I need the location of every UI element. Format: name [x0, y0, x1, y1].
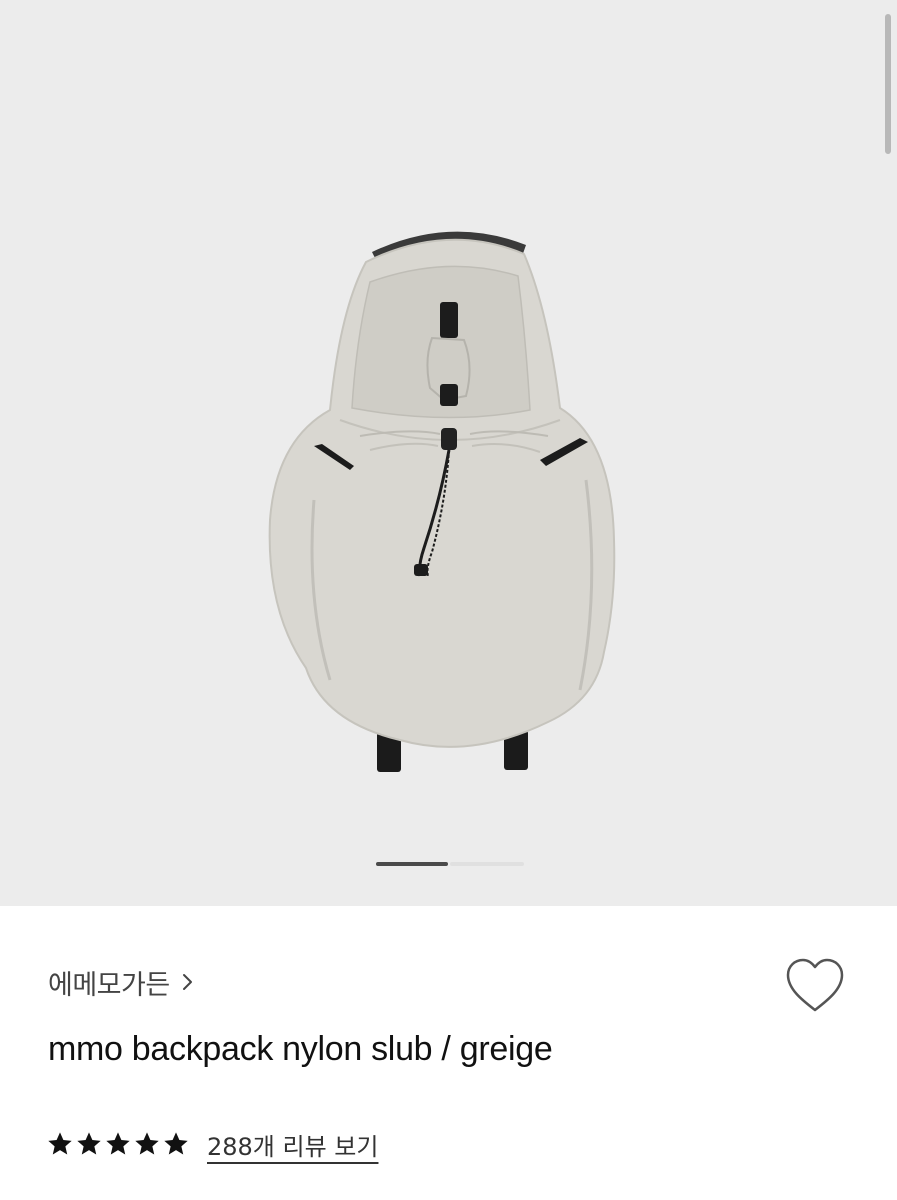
brand-link[interactable]: 에메모가든	[48, 962, 196, 1002]
product-title: mmo backpack nylon slub / greige	[48, 1030, 553, 1068]
star-filled-icon	[164, 1132, 188, 1155]
star-filled-icon	[106, 1132, 130, 1155]
star-filled-icon	[77, 1132, 101, 1155]
pager-indicator[interactable]	[450, 862, 524, 866]
product-image-gallery[interactable]	[0, 0, 897, 906]
review-link[interactable]: 288개 리뷰 보기	[207, 1127, 378, 1162]
slide-pager[interactable]	[376, 860, 526, 868]
wishlist-button[interactable]	[782, 956, 848, 1016]
heart-outline-icon	[786, 958, 844, 1012]
star-filled-icon	[135, 1132, 159, 1155]
rating-stars	[46, 1130, 191, 1158]
scrollbar[interactable]	[885, 14, 891, 154]
product-image	[268, 231, 616, 772]
pager-indicator-active[interactable]	[376, 862, 448, 866]
chevron-right-icon	[182, 974, 192, 990]
brand-name: 에메모가든	[48, 969, 170, 1001]
star-filled-icon	[48, 1132, 72, 1155]
rating-row: 288개 리뷰 보기	[46, 1124, 378, 1164]
